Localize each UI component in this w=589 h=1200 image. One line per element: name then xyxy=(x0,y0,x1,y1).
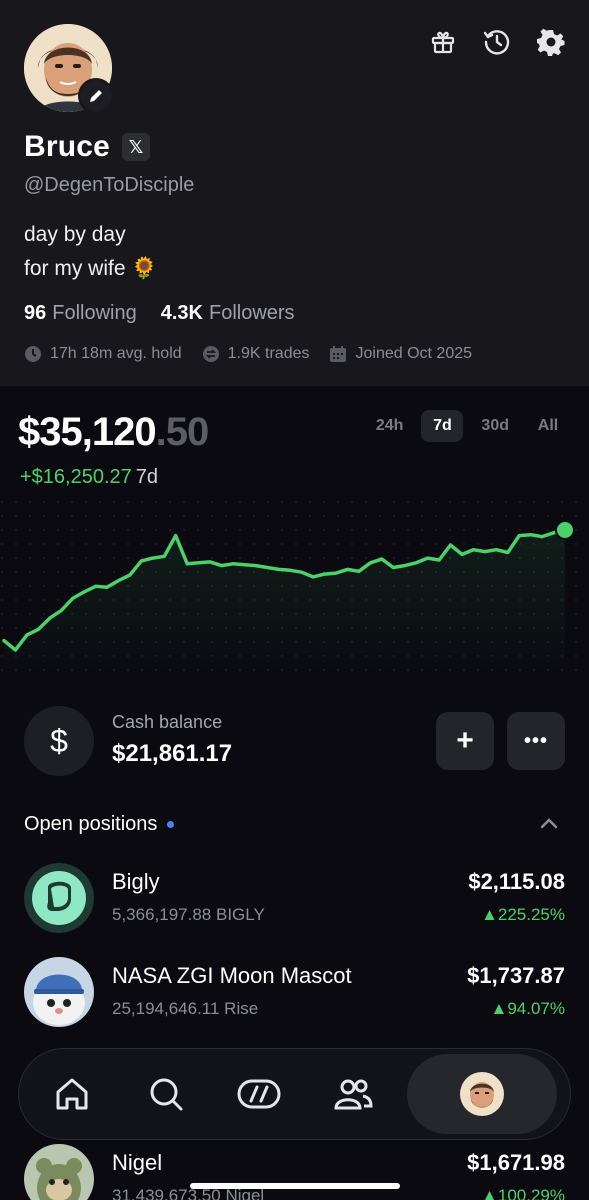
portfolio-chart xyxy=(0,500,589,680)
position-name: Nigel xyxy=(112,1150,163,1175)
balance-main: $35,120 xyxy=(18,410,157,454)
trade-icon xyxy=(237,1079,281,1109)
open-positions-title: Open positions xyxy=(24,813,158,835)
position-row[interactable]: Nigel 31,439,673.50 Nigel $1,671.98 ▲100… xyxy=(24,1144,565,1200)
search-icon xyxy=(150,1078,183,1111)
position-name: Bigly xyxy=(112,869,160,894)
nav-profile[interactable] xyxy=(407,1054,558,1134)
nav-people[interactable] xyxy=(313,1054,393,1134)
balance-cents: .50 xyxy=(155,410,210,454)
position-quantity: 25,194,646.11 Rise xyxy=(112,999,259,1018)
x-logo-icon[interactable]: 𝕏 xyxy=(122,133,151,161)
profile-name-row: Bruce 𝕏 xyxy=(24,130,151,164)
change-amount: +$16,250.27 xyxy=(20,466,132,488)
portfolio-balance: $35,120.50 xyxy=(18,410,210,455)
open-positions-header[interactable]: Open positions xyxy=(24,813,175,836)
avg-hold-text: 17h 18m avg. hold xyxy=(50,345,182,362)
dollar-icon: $ xyxy=(24,706,94,776)
history-icon[interactable] xyxy=(481,26,513,58)
joined-text: Joined Oct 2025 xyxy=(355,345,473,362)
trading-stats: 17h 18m avg. hold 1.9K trades Joined Oct… xyxy=(24,345,472,363)
cash-value: $21,861.17 xyxy=(112,740,233,767)
nasa-mascot-token-icon xyxy=(24,957,94,1027)
profile-avatar xyxy=(460,1072,505,1116)
profile-name: Bruce xyxy=(24,130,111,163)
bigly-token-icon xyxy=(24,863,94,933)
position-quantity: 5,366,197.88 BIGLY xyxy=(112,905,265,924)
change-period: 7d xyxy=(135,466,159,488)
profile-avatar-container[interactable] xyxy=(24,24,114,114)
position-value: $1,671.98 xyxy=(467,1150,565,1175)
bio-line: for my wife 🌻 xyxy=(24,257,158,280)
profile-header: Bruce 𝕏 @DegenToDisciple day by day for … xyxy=(0,0,589,386)
live-dot-icon xyxy=(167,821,175,828)
bio-line: day by day xyxy=(24,223,126,246)
nav-home[interactable] xyxy=(32,1054,112,1134)
chart-endpoint xyxy=(555,520,575,540)
swap-icon xyxy=(202,346,219,362)
range-24h[interactable]: 24h xyxy=(368,410,412,442)
followers-label: Followers xyxy=(208,302,295,324)
following-count: 96 xyxy=(24,302,47,324)
bottom-nav xyxy=(18,1048,571,1140)
joined-stat: Joined Oct 2025 xyxy=(329,345,472,363)
position-change: ▲100.29% xyxy=(481,1186,565,1200)
position-row[interactable]: NASA ZGI Moon Mascot 25,194,646.11 Rise … xyxy=(24,957,565,1029)
calendar-icon xyxy=(330,346,347,362)
avg-hold-stat: 17h 18m avg. hold xyxy=(24,345,182,363)
range-7d[interactable]: 7d xyxy=(421,410,464,442)
pencil-icon xyxy=(90,90,102,102)
profile-handle: @DegenToDisciple xyxy=(24,174,195,196)
more-button[interactable]: ••• xyxy=(507,712,565,770)
position-name: NASA ZGI Moon Mascot xyxy=(112,963,352,988)
trades-text: 1.9K trades xyxy=(227,345,310,362)
range-30d[interactable]: 30d xyxy=(473,410,517,442)
range-all[interactable]: All xyxy=(527,410,569,442)
position-row[interactable]: Bigly 5,366,197.88 BIGLY $2,115.08 ▲225.… xyxy=(24,863,565,935)
profile-bio: day by day for my wife 🌻 xyxy=(24,218,158,286)
nigel-token-icon xyxy=(24,1144,94,1200)
portfolio-change: +$16,250.27 7d xyxy=(20,466,158,489)
home-indicator[interactable] xyxy=(190,1183,400,1189)
position-change: ▲225.25% xyxy=(481,905,565,924)
cash-label: Cash balance xyxy=(112,712,223,732)
home-icon xyxy=(56,1078,88,1110)
add-cash-button[interactable]: + xyxy=(436,712,494,770)
nav-search[interactable] xyxy=(126,1054,206,1134)
position-value: $2,115.08 xyxy=(468,869,565,894)
edit-avatar-button[interactable] xyxy=(78,78,114,114)
followers-count: 4.3K xyxy=(160,302,203,324)
people-icon xyxy=(334,1079,373,1110)
following-link[interactable]: 96 Following xyxy=(24,302,137,325)
header-actions xyxy=(427,26,567,58)
trades-stat: 1.9K trades xyxy=(202,345,310,363)
followers-link[interactable]: 4.3K Followers xyxy=(161,302,295,325)
position-change: ▲94.07% xyxy=(490,999,565,1018)
clock-icon xyxy=(25,346,41,362)
nav-trade[interactable] xyxy=(219,1054,299,1134)
gift-icon[interactable] xyxy=(427,26,459,58)
chevron-up-icon[interactable] xyxy=(537,812,561,836)
gear-icon[interactable] xyxy=(535,26,567,58)
position-value: $1,737.87 xyxy=(467,963,565,988)
follow-stats: 96 Following 4.3K Followers xyxy=(24,302,295,325)
range-selector: 24h 7d 30d All xyxy=(368,410,569,442)
following-label: Following xyxy=(52,302,137,324)
